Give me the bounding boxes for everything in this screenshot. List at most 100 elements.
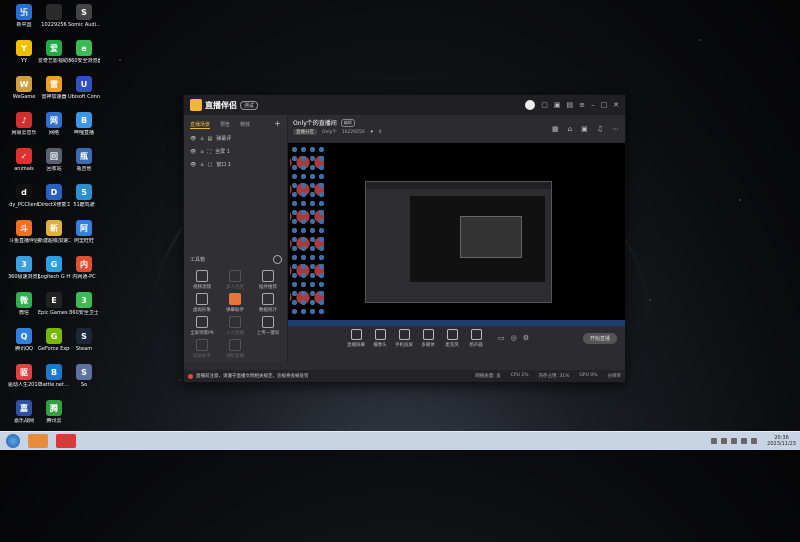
message-icon[interactable]: ▢ bbox=[541, 101, 548, 109]
tool-multi-mic[interactable]: 多人连麦 bbox=[221, 270, 249, 290]
lock-icon[interactable]: ⌂ bbox=[200, 149, 203, 155]
scene-item[interactable]: 👁 ⌂ ⛶ 全屏 1 bbox=[184, 145, 287, 158]
beauty-icon[interactable]: ◎ bbox=[511, 334, 517, 342]
app-icon: Y bbox=[16, 40, 32, 56]
gear-icon[interactable]: ⚙ bbox=[523, 334, 529, 342]
desktop-icon[interactable]: 斗斗鱼直播伴侣 bbox=[8, 220, 40, 244]
tool-danmaku[interactable]: 弹幕助手 bbox=[221, 293, 249, 313]
desktop-icon[interactable]: e 360安全浏览器 bbox=[68, 40, 100, 64]
menu-icon[interactable]: ≡ bbox=[579, 101, 585, 109]
desktop-icon[interactable]: S Somic Audi... bbox=[68, 4, 100, 28]
start-live-button[interactable]: 开始直播 bbox=[583, 332, 617, 344]
desktop-icon[interactable]: ✓ animals bbox=[8, 148, 40, 172]
desktop-icon[interactable]: Q 腾讯QQ bbox=[8, 328, 40, 352]
tab-effects[interactable]: 特效 bbox=[240, 121, 250, 129]
collapse-icon[interactable] bbox=[273, 255, 282, 264]
desktop-icon[interactable]: 驱驱动人生2010年版 bbox=[8, 364, 40, 388]
minimize-icon[interactable]: – bbox=[591, 101, 595, 109]
desktop-icon[interactable]: G Logitech G HUB bbox=[38, 256, 70, 280]
desktop-icon[interactable]: 嘉嘉乐战网 bbox=[8, 400, 40, 424]
desktop-icon[interactable]: B Battle.net... bbox=[38, 364, 70, 388]
scene-item[interactable]: 👁 ⌂ ▢ 窗口 1 bbox=[184, 158, 287, 171]
avatar[interactable] bbox=[525, 100, 536, 110]
tray-icon[interactable] bbox=[721, 438, 728, 444]
taskbar-app-live[interactable] bbox=[56, 434, 76, 448]
desktop-icon[interactable]: S Steam bbox=[68, 328, 100, 352]
edit-room-button[interactable]: 编辑 bbox=[340, 118, 355, 127]
tool-plugins[interactable]: 插件推荐 bbox=[254, 270, 282, 290]
desktop-icon-label: 斗鱼直播伴侣 bbox=[8, 238, 39, 244]
desktop-icon[interactable]: 腾腾讯云 bbox=[38, 400, 70, 424]
filter-icon bbox=[196, 270, 208, 282]
room-category[interactable]: 直播分区 bbox=[293, 129, 317, 135]
speaker-button[interactable]: 扬声器 bbox=[464, 328, 488, 348]
record-icon[interactable]: ▭ bbox=[498, 334, 505, 342]
tool-upload[interactable]: 上传一键同 bbox=[254, 316, 282, 336]
phone-cast-button[interactable]: 手机投屏 bbox=[392, 328, 416, 348]
desktop-icon-label: 10229256 bbox=[41, 22, 67, 28]
maximize-icon[interactable]: □ bbox=[601, 101, 608, 109]
desktop-icon[interactable]: 雷雷神加速器 bbox=[38, 76, 70, 100]
desktop-icon[interactable]: B 哔哩直播 bbox=[68, 112, 100, 136]
bell-icon[interactable]: ♫ bbox=[597, 125, 603, 133]
desktop-icon[interactable]: E Epic Games Launcher bbox=[38, 292, 70, 316]
tool-advanced[interactable]: 进阶直播 bbox=[221, 339, 249, 359]
add-scene-button[interactable]: + bbox=[274, 120, 281, 129]
tool-live[interactable]: 人力直播 bbox=[221, 316, 249, 336]
desktop-icon[interactable]: 新新建超级加速工具 bbox=[38, 220, 70, 244]
desktop-icon[interactable]: 回回收站 bbox=[38, 148, 70, 172]
desktop-icon[interactable]: U Ubisoft Connect bbox=[68, 76, 100, 100]
desktop-icon[interactable]: S So bbox=[68, 364, 100, 388]
scene-item[interactable]: 👁 ⌂ ▤ 弹幕评 bbox=[184, 132, 287, 145]
lock-icon[interactable]: ⌂ bbox=[200, 136, 203, 142]
desktop-icon[interactable]: G GeForce Experience bbox=[38, 328, 70, 352]
desktop-icon[interactable]: 卐新中国 bbox=[8, 4, 40, 28]
desktop-icon[interactable]: W WeGame bbox=[8, 76, 40, 100]
desktop-icon[interactable]: d dy_PCClient bbox=[8, 184, 40, 208]
eye-icon[interactable]: 👁 bbox=[190, 149, 196, 155]
media-button[interactable]: 多媒体 bbox=[416, 328, 440, 348]
screen-capture-button[interactable]: 直播屏幕 bbox=[344, 328, 368, 348]
lock-icon[interactable]: ⌂ bbox=[200, 162, 203, 168]
tray-icon[interactable] bbox=[751, 438, 758, 444]
tray-icon[interactable] bbox=[731, 438, 738, 444]
desktop-icon[interactable]: 阿阿里旺旺 bbox=[68, 220, 100, 244]
gift-icon[interactable]: ▣ bbox=[581, 125, 588, 133]
calendar-icon[interactable]: ▦ bbox=[552, 125, 559, 133]
desktop-icon[interactable]: 瓶瓶吉他 bbox=[68, 148, 100, 172]
more-icon[interactable]: ⋯ bbox=[612, 125, 619, 133]
desktop-icon[interactable]: 爱爱奇艺影视助手 bbox=[38, 40, 70, 64]
tray-icon[interactable] bbox=[711, 438, 718, 444]
eye-icon[interactable]: 👁 bbox=[190, 136, 196, 142]
camera-button[interactable]: 摄像头 bbox=[368, 328, 392, 348]
desktop-icon[interactable]: ♪ 网易云音乐 bbox=[8, 112, 40, 136]
tab-preview[interactable]: 预告 bbox=[220, 121, 230, 129]
tool-pk[interactable]: 全屏场景PK bbox=[188, 316, 216, 336]
start-button[interactable] bbox=[6, 434, 20, 448]
skin-icon[interactable]: ▣ bbox=[554, 101, 561, 109]
desktop-icon[interactable]: Y YY bbox=[8, 40, 40, 64]
desktop-icon[interactable]: 微微信 bbox=[8, 292, 40, 316]
settings-icon[interactable]: ▤ bbox=[567, 101, 574, 109]
desktop-icon[interactable]: 5 51酷驾驶 bbox=[68, 184, 100, 208]
desktop-icon[interactable]: 内内网通-PC bbox=[68, 256, 100, 280]
tray-icon[interactable] bbox=[741, 438, 748, 444]
desktop-icon[interactable]: 10229256 bbox=[38, 4, 70, 28]
lock-icon[interactable]: ⌂ bbox=[568, 125, 572, 133]
taskbar-app-companion[interactable] bbox=[28, 434, 48, 448]
stream-preview[interactable] bbox=[288, 143, 625, 326]
clock[interactable]: 20:36 2023/11/23 bbox=[767, 435, 796, 447]
desktop-icon[interactable]: 网网络 bbox=[38, 112, 70, 136]
tab-scene[interactable]: 直播场景 bbox=[190, 121, 211, 129]
room-likes: 0 bbox=[378, 129, 382, 135]
tool-avatar[interactable]: 虚拟形象 bbox=[188, 293, 216, 313]
desktop-icon[interactable]: D DirectX修复工具 bbox=[38, 184, 70, 208]
microphone-button[interactable]: 麦克风 bbox=[440, 328, 464, 348]
close-icon[interactable]: ✕ bbox=[613, 101, 619, 109]
tool-level[interactable]: 等级助手 bbox=[188, 339, 216, 359]
tool-video-filter[interactable]: 视频滤镜 bbox=[188, 270, 216, 290]
eye-icon[interactable]: 👁 bbox=[190, 162, 196, 168]
desktop-icon[interactable]: 3 360极速浏览器 bbox=[8, 256, 40, 280]
tool-stats[interactable]: 数据统计 bbox=[254, 293, 282, 313]
desktop-icon[interactable]: 3 360安全卫士 bbox=[68, 292, 100, 316]
